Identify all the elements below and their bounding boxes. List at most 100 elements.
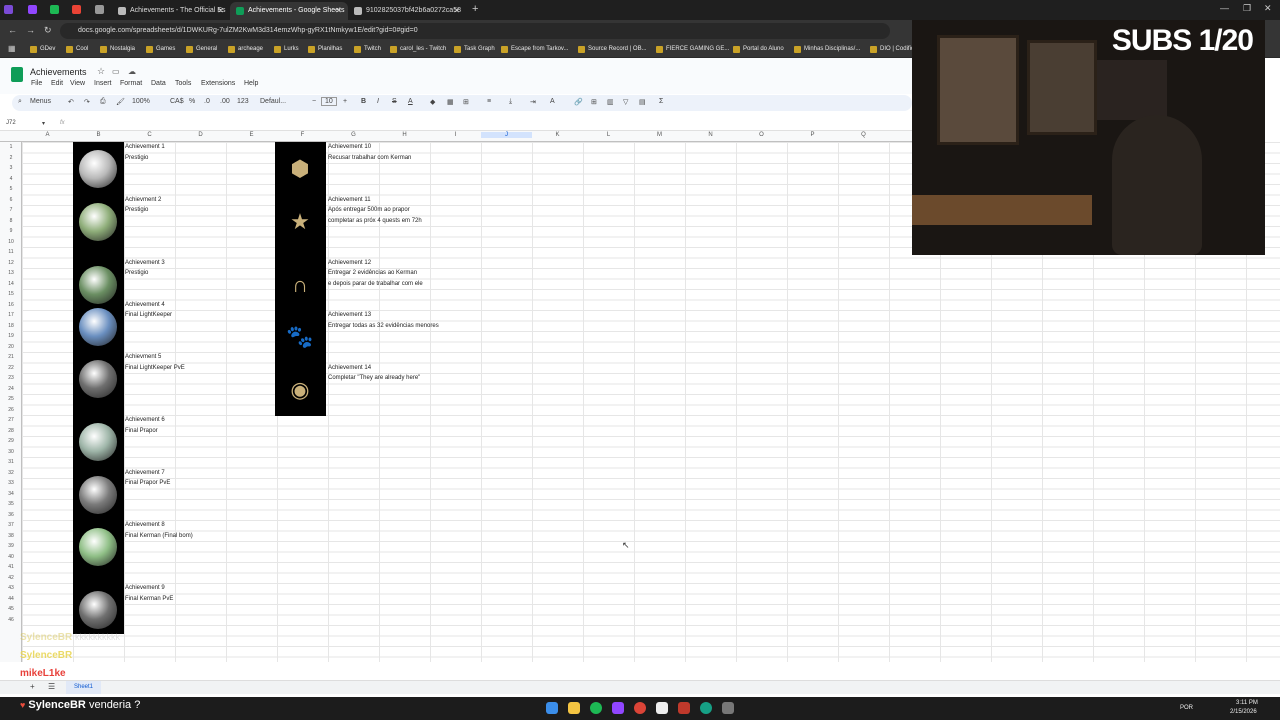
menu-extensions[interactable]: Extensions: [201, 80, 235, 87]
bookmark-item[interactable]: Games: [146, 46, 175, 53]
app-icon[interactable]: [722, 702, 734, 714]
row-header[interactable]: 24: [0, 386, 22, 392]
row-header[interactable]: 44: [0, 596, 22, 602]
row-header[interactable]: 19: [0, 333, 22, 339]
column-header-n[interactable]: N: [685, 132, 736, 138]
row-header[interactable]: 15: [0, 291, 22, 297]
currency-format-button[interactable]: CA$: [170, 98, 184, 105]
move-folder-icon[interactable]: ▭: [112, 67, 120, 76]
row-header[interactable]: 33: [0, 480, 22, 486]
menu-view[interactable]: View: [70, 80, 85, 87]
bookmark-item[interactable]: carol_les - Twitch: [390, 46, 446, 53]
row-header[interactable]: 17: [0, 312, 22, 318]
bookmark-item[interactable]: Portal do Aluno: [733, 46, 784, 53]
fill-color-icon[interactable]: ◆: [430, 98, 435, 106]
row-header[interactable]: 23: [0, 375, 22, 381]
menus-search[interactable]: Menus: [30, 98, 51, 105]
app-icon[interactable]: [612, 702, 624, 714]
row-header[interactable]: 25: [0, 396, 22, 402]
row-header[interactable]: 37: [0, 522, 22, 528]
menu-help[interactable]: Help: [244, 80, 258, 87]
bookmark-item[interactable]: Nostalgia: [100, 46, 135, 53]
bookmark-item[interactable]: Source Record | OB...: [578, 46, 647, 53]
column-header-l[interactable]: L: [583, 132, 634, 138]
vertical-align-icon[interactable]: ⤓: [509, 98, 512, 106]
bookmark-item[interactable]: Cool: [66, 46, 88, 53]
row-header[interactable]: 45: [0, 606, 22, 612]
clock-date[interactable]: 2/15/2026: [1230, 709, 1257, 715]
row-header[interactable]: 22: [0, 365, 22, 371]
chevron-down-icon[interactable]: ▾: [42, 120, 45, 127]
app-icon[interactable]: [678, 702, 690, 714]
column-header-g[interactable]: G: [328, 132, 379, 138]
percent-format-button[interactable]: %: [189, 98, 195, 105]
row-header[interactable]: 7: [0, 207, 22, 213]
document-title[interactable]: Achievements: [30, 67, 87, 77]
redo-icon[interactable]: ↷: [84, 98, 90, 106]
address-bar[interactable]: docs.google.com/spreadsheets/d/1DWKURg-7…: [60, 23, 890, 39]
chrome-icon[interactable]: [634, 702, 646, 714]
row-header[interactable]: 43: [0, 585, 22, 591]
row-header[interactable]: 6: [0, 197, 22, 203]
close-icon[interactable]: ✕: [217, 6, 224, 15]
bookmark-item[interactable]: General: [186, 46, 217, 53]
menu-insert[interactable]: Insert: [94, 80, 112, 87]
row-header[interactable]: 13: [0, 270, 22, 276]
column-header-q[interactable]: Q: [838, 132, 889, 138]
row-header[interactable]: 27: [0, 417, 22, 423]
forward-icon[interactable]: →: [26, 25, 35, 35]
merge-cells-icon[interactable]: ⊞: [463, 98, 469, 106]
row-header[interactable]: 41: [0, 564, 22, 570]
column-header-c[interactable]: C: [124, 132, 175, 138]
close-icon[interactable]: ✕: [335, 6, 342, 15]
star-icon[interactable]: ☆: [97, 66, 105, 77]
maximize-icon[interactable]: ❐: [1243, 3, 1251, 14]
bookmark-item[interactable]: FIERCE GAMING GE...: [656, 46, 729, 53]
zoom-select[interactable]: 100%: [132, 98, 150, 105]
row-header[interactable]: 35: [0, 501, 22, 507]
new-tab-icon[interactable]: +: [472, 3, 478, 15]
font-size-minus-icon[interactable]: −: [312, 98, 316, 105]
menu-edit[interactable]: Edit: [51, 80, 63, 87]
print-icon[interactable]: ⎙: [100, 98, 106, 106]
language-indicator[interactable]: POR: [1180, 705, 1193, 711]
apps-icon[interactable]: ▦: [8, 44, 16, 53]
column-header-b[interactable]: B: [73, 132, 124, 138]
insert-chart-icon[interactable]: ▥: [607, 98, 614, 106]
column-header-a[interactable]: A: [22, 132, 73, 138]
gmail-tab-icon[interactable]: [72, 5, 81, 14]
row-header[interactable]: 26: [0, 407, 22, 413]
bookmark-item[interactable]: Lurks: [274, 46, 299, 53]
row-header[interactable]: 12: [0, 260, 22, 266]
text-color-icon[interactable]: A: [408, 98, 413, 105]
row-header[interactable]: 28: [0, 428, 22, 434]
menu-data[interactable]: Data: [151, 80, 166, 87]
undo-icon[interactable]: ↶: [68, 98, 74, 106]
tab-google-sheets[interactable]: Achievements - Google Sheets ✕: [230, 2, 348, 20]
column-header-j[interactable]: J: [481, 132, 532, 138]
column-header-m[interactable]: M: [634, 132, 685, 138]
row-header[interactable]: 8: [0, 218, 22, 224]
bookmark-item[interactable]: Planilhas: [308, 46, 342, 53]
row-header[interactable]: 2: [0, 155, 22, 161]
row-header[interactable]: 21: [0, 354, 22, 360]
row-header[interactable]: 16: [0, 302, 22, 308]
row-header[interactable]: 3: [0, 165, 22, 171]
font-size-input[interactable]: 10: [321, 97, 337, 106]
menu-tools[interactable]: Tools: [175, 80, 191, 87]
increase-decimal-button[interactable]: .00: [220, 98, 230, 105]
font-size-plus-icon[interactable]: +: [343, 98, 347, 105]
name-box[interactable]: J72: [6, 120, 16, 126]
column-header-i[interactable]: I: [430, 132, 481, 138]
window-close-icon[interactable]: ✕: [1264, 3, 1272, 14]
row-header[interactable]: 46: [0, 617, 22, 623]
column-header-f[interactable]: F: [277, 132, 328, 138]
minimize-icon[interactable]: —: [1220, 3, 1229, 13]
functions-icon[interactable]: Σ: [659, 98, 663, 105]
column-header-e[interactable]: E: [226, 132, 277, 138]
row-header[interactable]: 14: [0, 281, 22, 287]
row-header[interactable]: 1: [0, 144, 22, 150]
font-select[interactable]: Defaul...: [260, 98, 286, 105]
sheet-tab[interactable]: Sheet1: [66, 681, 102, 694]
bookmark-item[interactable]: Escape from Tarkov...: [501, 46, 568, 53]
